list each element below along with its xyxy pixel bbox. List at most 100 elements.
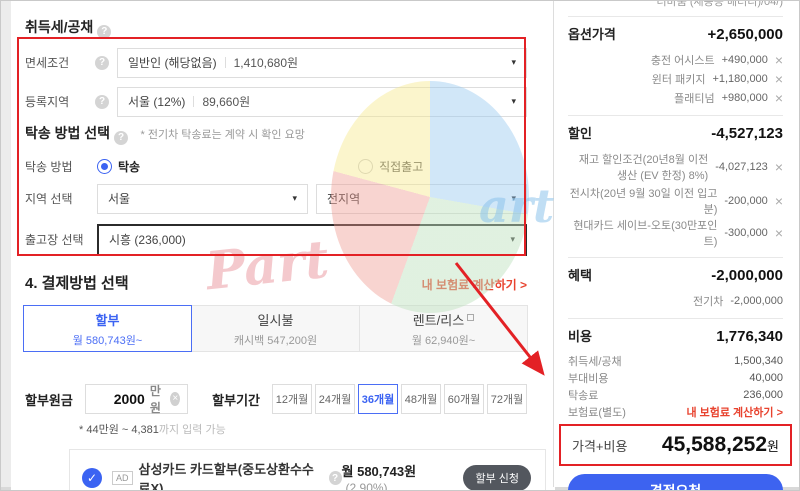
apply-installment-button[interactable]: 할부 신청: [463, 465, 531, 490]
remove-icon[interactable]: ×: [775, 91, 783, 105]
chevron-down-icon: ▾: [510, 234, 515, 244]
option-item: 플래티넘 +980,000 ×: [568, 88, 783, 107]
total-value: 45,588,252원: [661, 433, 779, 456]
item-value: 236,000: [743, 388, 783, 401]
installment-controls: 할부원금 만원 × 할부기간 12개월 24개월 36개월 48개월 60개월 …: [25, 384, 527, 415]
select-value: 시흥 (236,000): [109, 233, 186, 247]
depot-select[interactable]: 시흥 (236,000) ▾: [97, 223, 527, 256]
discount-amount: -4,527,123: [711, 125, 783, 142]
term-12[interactable]: 12개월: [272, 384, 312, 414]
chevron-down-icon: ▾: [511, 193, 516, 203]
rent-lease-info-icon: [467, 313, 475, 321]
chevron-down-icon: ▾: [511, 57, 516, 67]
depot-select-row: 출고장 선택 시흥 (236,000) ▾: [25, 223, 527, 256]
subregion-select[interactable]: 전지역 ▾: [316, 183, 527, 214]
tab-sub: 캐시백 547,200원: [233, 334, 318, 347]
help-icon[interactable]: ?: [95, 94, 109, 109]
tab-label: 일시불: [257, 312, 294, 328]
remove-icon[interactable]: ×: [775, 53, 783, 67]
tab-lump-sum[interactable]: 일시불 캐시백 547,200원: [191, 305, 360, 352]
radio-delivery[interactable]: 탁송: [97, 158, 140, 175]
discount-item: 현대카드 세이브-오토(30만포인트) -300,000 ×: [568, 217, 783, 249]
remove-icon[interactable]: ×: [775, 72, 783, 86]
principal-input[interactable]: [92, 391, 145, 407]
item-value: +980,000: [721, 91, 768, 104]
request-quote-button[interactable]: 견적요청: [568, 474, 783, 490]
tab-label: 할부: [95, 312, 120, 328]
radio-direct-pickup[interactable]: 직접출고: [358, 158, 423, 175]
payment-tabs: 할부 월 580,743원~ 일시불 캐시백 547,200원 렌트/리스 월 …: [23, 305, 528, 352]
insurance-calc-link[interactable]: 내 보험료 계산하기 >: [422, 276, 527, 293]
insurance-calc-link[interactable]: 내 보험료 계산하기 >: [686, 404, 783, 420]
benefit-title: 혜택: [568, 268, 592, 283]
total-label: 가격+비용: [572, 438, 628, 454]
monthly-amount: 월 580,743원(2.90%): [342, 461, 454, 491]
term-24[interactable]: 24개월: [315, 384, 355, 414]
cost-group: 비용 1,776,340 취득세/공채 1,500,340 부대비용 40,00…: [568, 326, 783, 420]
term-48[interactable]: 48개월: [401, 384, 441, 414]
item-label: 전시차(20년 9월 30일 이전 입고분): [569, 188, 718, 216]
item-value: -4,027,123: [715, 161, 768, 173]
tab-rent-lease[interactable]: 렌트/리스 월 62,940원~: [359, 305, 528, 352]
interest-rate: (2.90%): [345, 481, 388, 491]
clipped-option-line: 더바움 (채용증 배터리)/04/): [656, 1, 783, 8]
note-range: * 44만원 ~ 4,381: [79, 424, 159, 436]
depot-select-label: 출고장 선택: [25, 233, 84, 247]
total-highlight-box: 가격+비용 45,588,252원: [559, 424, 792, 466]
principal-range-note: * 44만원 ~ 4,381까지 입력 가능: [79, 421, 527, 437]
benefit-item: 전기차 -2,000,000: [568, 291, 783, 310]
term-36[interactable]: 36개월: [358, 384, 398, 414]
principal-unit: 만원: [149, 384, 161, 415]
item-label: 재고 할인조건(20년8월 이전 생산 (EV 한정) 8%): [578, 154, 709, 182]
term-60[interactable]: 60개월: [444, 384, 484, 414]
region-select[interactable]: 서울 ▾: [97, 183, 308, 214]
term-72[interactable]: 72개월: [487, 384, 527, 414]
item-label: 윈터 패키지: [651, 73, 706, 86]
tax-exemption-row: 면세조건? 일반인 (해당없음) 1,410,680원 ▾: [25, 47, 527, 78]
item-value: 40,000: [749, 371, 783, 384]
select-value: 일반인 (해당없음): [128, 56, 217, 70]
cost-title: 비용: [568, 329, 592, 344]
benefit-amount: -2,000,000: [711, 267, 783, 284]
remove-icon[interactable]: ×: [775, 194, 783, 208]
tab-installment[interactable]: 할부 월 580,743원~: [23, 305, 192, 352]
tax-exemption-select[interactable]: 일반인 (해당없음) 1,410,680원 ▾: [117, 47, 527, 78]
item-label: 부대비용: [568, 372, 609, 385]
divider: [193, 96, 195, 107]
chevron-down-icon: ▾: [511, 96, 516, 106]
remove-icon[interactable]: ×: [775, 226, 783, 240]
help-icon[interactable]: ?: [328, 471, 342, 485]
help-icon[interactable]: ?: [95, 55, 109, 70]
divider: [568, 115, 783, 116]
benefit-group: 혜택 -2,000,000 전기차 -2,000,000: [568, 265, 783, 310]
card-installment-row[interactable]: ✓ AD 삼성카드 카드할부(중도상환수수료X) ? 월 580,743원(2.…: [82, 459, 531, 491]
option-price-group: 옵션가격 +2,650,000 충전 어시스트 +490,000 × 윈터 패키…: [568, 24, 783, 107]
clear-icon[interactable]: ×: [170, 392, 181, 406]
radio-label: 직접출고: [379, 159, 424, 174]
item-label: 플래티넘: [674, 92, 715, 105]
registration-region-label: 등록지역: [25, 95, 70, 109]
cost-item: 취득세/공채 1,500,340: [568, 352, 783, 369]
item-value: -300,000: [724, 227, 768, 239]
item-value: +490,000: [721, 53, 768, 66]
discount-title: 할인: [568, 126, 592, 141]
cost-item: 탁송료 236,000: [568, 386, 783, 403]
option-item: 충전 어시스트 +490,000 ×: [568, 50, 783, 69]
ad-badge: AD: [112, 471, 133, 485]
item-label: 현대카드 세이브-오토(30만포인트): [573, 220, 718, 248]
insurance-label: 보험료(별도): [568, 406, 626, 419]
divider: [568, 257, 783, 258]
check-icon[interactable]: ✓: [82, 468, 102, 488]
item-label: 취득세/공채: [568, 355, 622, 368]
registration-region-row: 등록지역? 서울 (12%) 89,660원 ▾: [25, 86, 527, 117]
help-icon[interactable]: ?: [97, 24, 112, 39]
item-value: +1,180,000: [712, 72, 768, 85]
help-icon[interactable]: ?: [114, 130, 129, 145]
remove-icon[interactable]: ×: [775, 160, 783, 174]
discount-group: 할인 -4,527,123 재고 할인조건(20년8월 이전 생산 (EV 한정…: [568, 123, 783, 249]
payment-section-header: 4. 결제방법 선택 내 보험료 계산하기 >: [25, 272, 527, 293]
cost-item: 부대비용 40,000: [568, 369, 783, 386]
delivery-method-label: 탁송 방법: [25, 159, 73, 174]
registration-region-select[interactable]: 서울 (12%) 89,660원 ▾: [117, 86, 527, 117]
select-price: 1,410,680원: [233, 56, 299, 70]
